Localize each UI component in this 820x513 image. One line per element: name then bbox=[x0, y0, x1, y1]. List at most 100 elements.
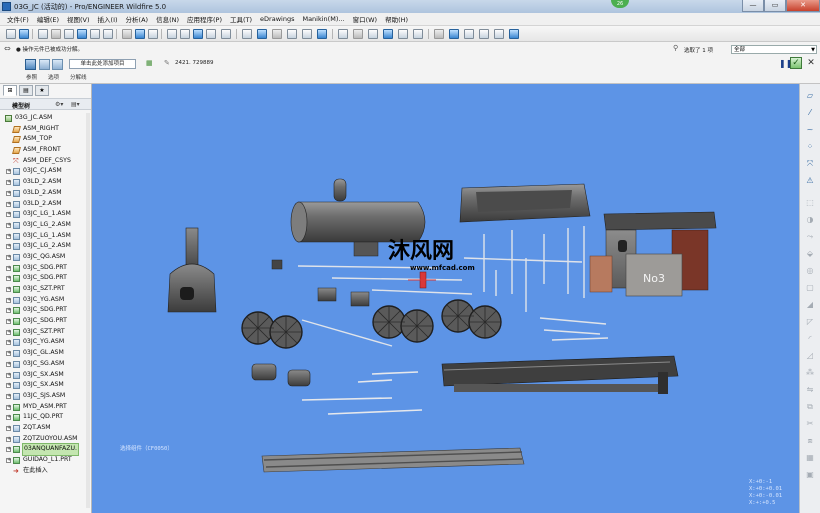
select-icon[interactable] bbox=[242, 29, 252, 39]
tree-settings-icon[interactable]: ⚙▾ bbox=[55, 101, 63, 108]
tree-item[interactable]: +03JC_GL.ASM bbox=[0, 348, 90, 359]
tree-item[interactable]: + ZQT.ASM bbox=[0, 423, 90, 434]
sweep-icon[interactable]: ⤳ bbox=[804, 231, 816, 242]
datum-axis-icon[interactable]: ⁄ bbox=[804, 107, 816, 118]
tree-item[interactable]: +03JC_LG_1.ASM bbox=[0, 209, 90, 220]
csys-display-icon[interactable] bbox=[464, 29, 474, 39]
help-icon[interactable] bbox=[6, 29, 16, 39]
round-icon[interactable]: ◜ bbox=[804, 333, 816, 344]
minimize-button[interactable]: — bbox=[742, 0, 764, 12]
paste-icon[interactable] bbox=[90, 29, 100, 39]
tree-item[interactable]: +03JC_SDG.PRT bbox=[0, 316, 90, 327]
tree-item[interactable]: +03LD_2.ASM bbox=[0, 188, 90, 199]
expand-icon[interactable]: + bbox=[6, 404, 11, 410]
expand-icon[interactable]: + bbox=[6, 340, 11, 346]
tree-item[interactable]: +03LD_2.ASM bbox=[0, 199, 90, 210]
shell-icon[interactable]: ▢ bbox=[804, 282, 816, 293]
tree-item[interactable]: ASM_FRONT bbox=[0, 145, 90, 156]
tree-item[interactable]: ASM_RIGHT bbox=[0, 124, 90, 135]
tree-item[interactable]: ASM_TOP bbox=[0, 134, 90, 145]
firebox-part[interactable] bbox=[167, 227, 217, 313]
selection-filter-dropdown[interactable]: 全部 ▼ bbox=[731, 45, 817, 54]
zoom-in-icon[interactable] bbox=[317, 29, 327, 39]
tree-item[interactable]: +03JC_LG_1.ASM bbox=[0, 231, 90, 242]
tab-model-tree[interactable]: ⊞ bbox=[3, 85, 17, 96]
expand-icon[interactable]: + bbox=[6, 447, 11, 453]
tree-item[interactable]: +03JC_SDG.PRT bbox=[0, 273, 90, 284]
tree-item[interactable]: +03JC_SZT.PRT bbox=[0, 327, 90, 338]
tree-show-icon[interactable]: ▤▾ bbox=[71, 101, 80, 108]
rotate-motion-icon[interactable] bbox=[39, 59, 50, 70]
rail-pieces[interactable] bbox=[301, 371, 423, 415]
paste2-icon[interactable] bbox=[193, 29, 203, 39]
regenerate-icon[interactable] bbox=[206, 29, 216, 39]
layers-icon[interactable] bbox=[398, 29, 408, 39]
datum-plane-icon[interactable]: ▱ bbox=[804, 90, 816, 101]
expand-icon[interactable]: + bbox=[6, 351, 11, 357]
close-button[interactable]: ✕ bbox=[786, 0, 820, 12]
tab-references[interactable]: 参照 bbox=[26, 73, 37, 81]
trim-icon[interactable]: ✂ bbox=[804, 418, 816, 429]
expand-icon[interactable]: + bbox=[6, 372, 11, 378]
tree-item[interactable]: +03JC_QG.ASM bbox=[0, 252, 90, 263]
merge-icon[interactable]: ⧉ bbox=[804, 401, 816, 412]
axis-display-icon[interactable] bbox=[434, 29, 444, 39]
expand-icon[interactable]: + bbox=[6, 201, 11, 207]
spin-icon[interactable] bbox=[287, 29, 297, 39]
expand-icon[interactable]: + bbox=[6, 425, 11, 431]
menu-item[interactable]: 应用程序(P) bbox=[183, 14, 226, 24]
expand-icon[interactable]: + bbox=[6, 233, 11, 239]
tree-item[interactable]: +03JC_SDG.PRT bbox=[0, 263, 90, 274]
close-window-icon[interactable] bbox=[122, 29, 132, 39]
csys-icon[interactable]: ⤧ bbox=[804, 158, 816, 169]
hole-icon[interactable]: ◎ bbox=[804, 265, 816, 276]
menu-item[interactable]: Manikin(M)... bbox=[298, 15, 348, 23]
tree-item[interactable]: +03JC_YG.ASM bbox=[0, 337, 90, 348]
expand-icon[interactable]: + bbox=[6, 458, 11, 463]
tree-item[interactable]: + GUIDAO_L1.PRT bbox=[0, 455, 90, 466]
graphics-window[interactable]: No3 沐风网 www.mfcad.com 选择组件（CF0050） X:+0:… bbox=[92, 84, 799, 513]
undo-icon[interactable] bbox=[135, 29, 145, 39]
expand-icon[interactable]: + bbox=[6, 222, 11, 228]
tree-item[interactable]: +03LD_2.ASM bbox=[0, 177, 90, 188]
expand-icon[interactable]: + bbox=[6, 244, 11, 250]
frame-part[interactable] bbox=[441, 355, 679, 394]
redo-icon[interactable] bbox=[148, 29, 158, 39]
expand-icon[interactable]: + bbox=[6, 319, 11, 325]
expand-icon[interactable]: + bbox=[6, 254, 11, 260]
analysis-icon[interactable]: ⚠ bbox=[804, 175, 816, 186]
tree-item[interactable]: + MYD_ASM.PRT bbox=[0, 402, 90, 413]
open-icon[interactable] bbox=[38, 29, 48, 39]
draft-icon[interactable]: ◸ bbox=[804, 316, 816, 327]
tree-item[interactable]: + ZQTZUOYOU.ASM bbox=[0, 434, 90, 445]
expand-icon[interactable]: + bbox=[6, 436, 11, 442]
revolve-icon[interactable]: ◑ bbox=[804, 214, 816, 225]
tree-item[interactable]: ⤧ ASM_DEF_CSYS bbox=[0, 156, 90, 167]
extrude-icon[interactable]: ⬚ bbox=[804, 197, 816, 208]
reorient-icon[interactable] bbox=[368, 29, 378, 39]
expand-icon[interactable]: + bbox=[6, 276, 11, 282]
mapkey-icon[interactable] bbox=[509, 29, 519, 39]
coordinate-icon[interactable]: ▦ bbox=[146, 59, 153, 67]
offset-icon[interactable]: ⧈ bbox=[804, 435, 816, 446]
model-tree-scrollbar[interactable] bbox=[86, 113, 90, 508]
zoom-out-icon[interactable] bbox=[338, 29, 348, 39]
tree-item[interactable]: +03JC_SZT.PRT bbox=[0, 284, 90, 295]
point-display-icon[interactable] bbox=[449, 29, 459, 39]
menu-item[interactable]: 文件(F) bbox=[3, 14, 33, 24]
expand-icon[interactable]: + bbox=[6, 287, 11, 292]
tab-folder-browser[interactable]: ▤ bbox=[19, 85, 33, 96]
solidify-icon[interactable]: ▣ bbox=[804, 469, 816, 480]
tender-roof-part[interactable] bbox=[459, 183, 591, 223]
menu-item[interactable]: 帮助(H) bbox=[381, 14, 412, 24]
rib-icon[interactable]: ◢ bbox=[804, 299, 816, 310]
chamfer-icon[interactable]: ◿ bbox=[804, 350, 816, 361]
expand-icon[interactable]: + bbox=[6, 169, 11, 175]
menu-item[interactable]: 工具(T) bbox=[226, 14, 256, 24]
track-part[interactable] bbox=[261, 447, 525, 473]
confirm-button[interactable]: ✓ bbox=[790, 57, 802, 69]
orient-icon[interactable] bbox=[272, 29, 282, 39]
find-icon[interactable] bbox=[221, 29, 231, 39]
cut-icon[interactable] bbox=[167, 29, 177, 39]
annotation-icon[interactable] bbox=[479, 29, 489, 39]
